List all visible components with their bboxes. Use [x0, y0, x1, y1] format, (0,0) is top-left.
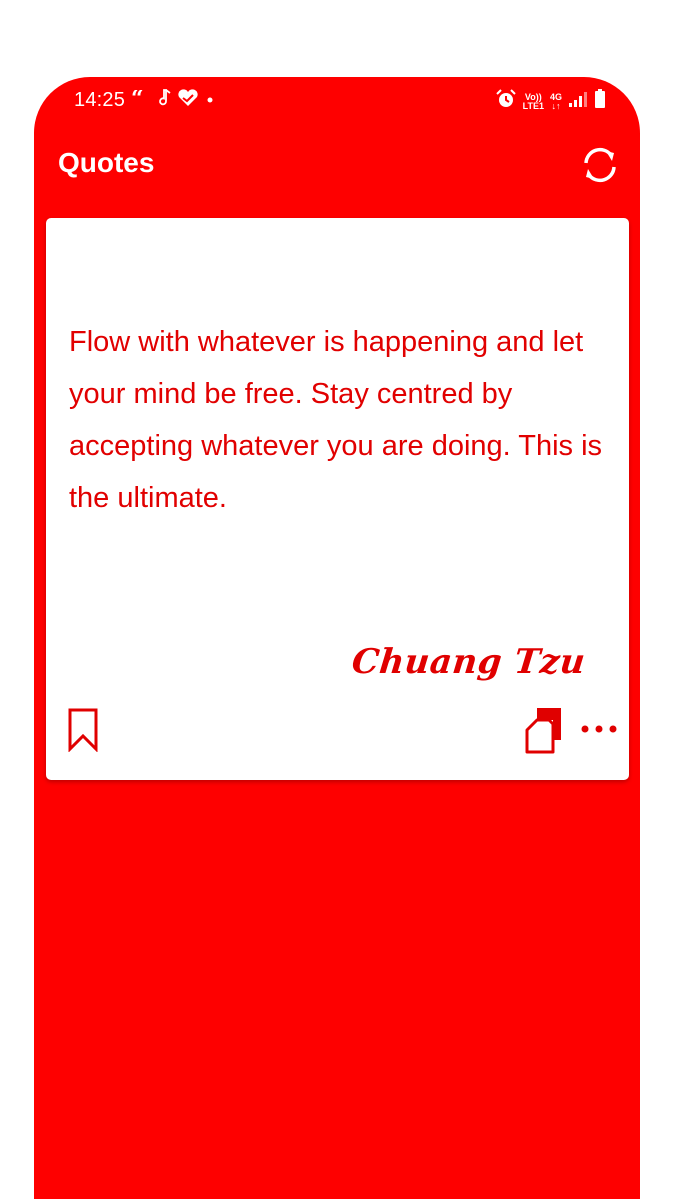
quote-card: Flow with whatever is happening and let …	[46, 218, 629, 780]
copy-icon	[525, 708, 561, 754]
app-title: Quotes	[58, 147, 155, 178]
signal-icon	[568, 91, 588, 112]
heart-check-icon	[177, 89, 199, 112]
status-time: 14:25	[74, 89, 126, 111]
music-note-icon	[157, 89, 171, 112]
volte-indicator: Vo)) LTE1	[522, 91, 544, 111]
refresh-button[interactable]	[578, 143, 622, 187]
alarm-icon	[495, 89, 517, 114]
more-options-button[interactable]	[578, 716, 622, 742]
more-options-icon	[581, 725, 617, 733]
svg-text:“: “	[131, 90, 144, 106]
quote-mark-icon: “	[131, 86, 151, 112]
copy-button[interactable]	[523, 706, 565, 756]
dot-icon	[205, 92, 215, 110]
quote-author: Chuang Tzu	[349, 642, 588, 682]
app-bar: Quotes	[34, 139, 640, 195]
status-bar: 14:25 “ Vo)) LTE1 4G ↓↑	[34, 77, 640, 127]
bookmark-button[interactable]	[66, 708, 100, 753]
network-type: 4G ↓↑	[549, 91, 562, 111]
battery-icon	[594, 89, 606, 114]
status-left: 14:25 “	[74, 86, 215, 112]
app-screen: 14:25 “ Vo)) LTE1 4G ↓↑ Quotes Flow with…	[34, 77, 640, 1199]
bookmark-icon	[68, 708, 98, 753]
quote-text: Flow with whatever is happening and let …	[69, 326, 603, 514]
status-right: Vo)) LTE1 4G ↓↑	[495, 89, 606, 114]
refresh-icon	[584, 147, 616, 183]
